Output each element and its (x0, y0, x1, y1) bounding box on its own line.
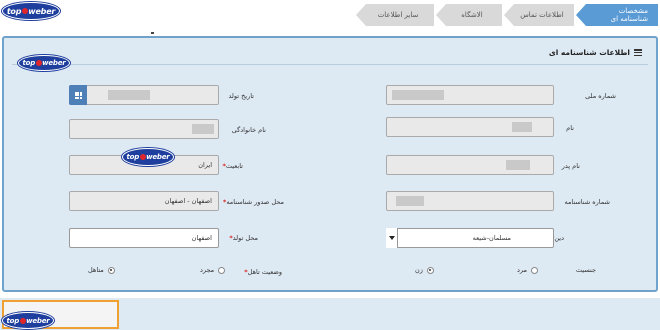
logo-panel: top weber (18, 55, 70, 71)
father-name-label: نام پدر (561, 162, 580, 170)
logo-text: top (6, 316, 20, 325)
logo-text: weber (26, 316, 50, 325)
issue-place-field[interactable]: اصفهان - اصفهان (69, 191, 219, 211)
radio-label: مجرد (200, 266, 215, 274)
birth-date-label: تاریخ تولد (228, 92, 254, 100)
religion-dropdown-button[interactable] (386, 228, 398, 248)
radio-label: زن (415, 266, 423, 274)
step-label: مشخصات شناسنامه ای (610, 7, 648, 23)
panel-header: اطلاعات شناسنامه ای (549, 48, 642, 57)
logo-dot-icon (35, 60, 42, 66)
redacted-value (506, 160, 530, 170)
nationality-value: ایران (198, 161, 212, 169)
marital-label: وضعیت تاهل* (244, 268, 282, 276)
radio-male[interactable] (530, 266, 538, 274)
panel-divider (12, 64, 648, 65)
redacted-value (396, 196, 424, 206)
gender-label: جنسیت (575, 266, 596, 274)
logo-dot-icon (21, 8, 28, 14)
redacted-value (108, 90, 150, 100)
radio-label: مرد (517, 266, 527, 274)
first-name-label: نام (566, 124, 574, 132)
step-label: الاشگاه (461, 11, 483, 19)
step-label: سایر اطلاعات (377, 11, 419, 19)
gender-option-male[interactable]: مرد (517, 266, 538, 274)
last-name-label: نام خانوادگی (231, 126, 266, 134)
logo-text: weber (146, 153, 170, 161)
logo-text: weber (28, 6, 56, 16)
logo-text: top (126, 153, 140, 161)
logo-text: weber (42, 59, 66, 67)
radio-single[interactable] (218, 266, 226, 274)
logo-bottom: top weber (2, 312, 54, 329)
birth-place-field[interactable]: اصفهان (69, 228, 219, 248)
redacted-value (392, 90, 444, 100)
logo-dot-icon (19, 317, 26, 324)
birth-place-value: اصفهان (191, 234, 212, 242)
radio-married[interactable] (107, 266, 115, 274)
chevron-down-icon (388, 236, 395, 240)
step-label: اطلاعات تماس (520, 11, 564, 19)
separator-dot (151, 32, 154, 34)
religion-value: مسلمان-شیعه (472, 234, 511, 242)
radio-label: متاهل (88, 266, 104, 274)
redacted-value (192, 124, 214, 134)
panel-title: اطلاعات شناسنامه ای (548, 48, 630, 57)
step-identity[interactable]: مشخصات شناسنامه ای (576, 4, 658, 26)
logo-dot-icon (139, 154, 146, 160)
logo-middle: top weber (122, 148, 174, 166)
marital-option-single[interactable]: مجرد (200, 266, 226, 274)
nationality-label: تابعیت* (222, 162, 244, 170)
marital-option-married[interactable]: متاهل (88, 266, 115, 274)
gender-option-female[interactable]: زن (415, 266, 434, 274)
religion-select[interactable]: مسلمان-شیعه (386, 228, 554, 248)
step-other-info[interactable]: سایر اطلاعات (356, 4, 434, 26)
radio-female[interactable] (426, 266, 434, 274)
calendar-icon (74, 91, 82, 99)
logo-text: top (22, 59, 36, 67)
step-contact[interactable]: اطلاعات تماس (504, 4, 574, 26)
calendar-button[interactable] (69, 85, 87, 105)
birth-place-label: محل تولد* (229, 234, 258, 242)
id-number-label: شماره شناسنامه (564, 198, 610, 206)
wizard-steps: مشخصات شناسنامه ای اطلاعات تماس الاشگاه … (352, 4, 658, 26)
redacted-value (512, 122, 532, 132)
step-club[interactable]: الاشگاه (436, 4, 502, 26)
issue-place-value: اصفهان - اصفهان (164, 197, 212, 205)
issue-place-label: محل صدور شناسنامه* (222, 198, 284, 206)
logo-text: top (6, 6, 22, 16)
national-id-label: شماره ملی (585, 92, 616, 100)
gender-radio-group: جنسیت (576, 266, 596, 274)
list-icon (634, 49, 642, 56)
logo-top-left: top weber (2, 2, 60, 20)
